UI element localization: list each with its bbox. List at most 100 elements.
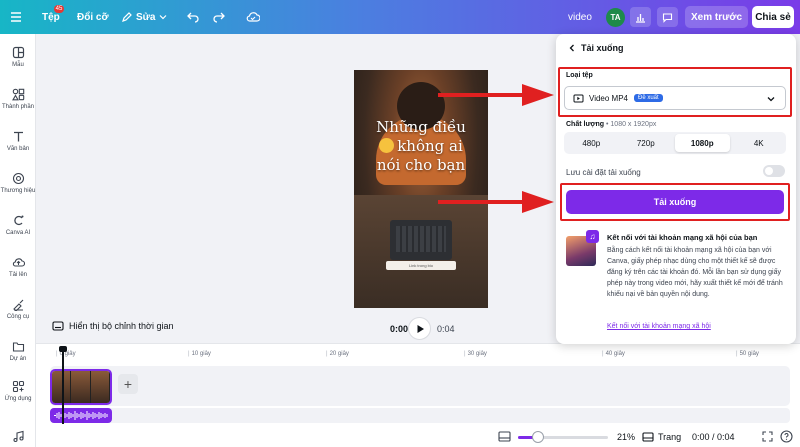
- chart-icon: [636, 13, 645, 23]
- timeline-toggle-icon[interactable]: [498, 431, 511, 442]
- resize-menu-label: Đổi cỡ: [77, 11, 109, 23]
- pages-icon: [642, 432, 654, 442]
- projects-icon: [12, 342, 24, 352]
- audio-track: [50, 408, 790, 423]
- download-panel-header[interactable]: Tải xuống: [568, 43, 624, 53]
- music-note-icon: ♫: [586, 230, 599, 243]
- zoom-slider-handle[interactable]: [532, 431, 544, 443]
- play-icon: [417, 324, 424, 333]
- document-title-text: video: [568, 11, 592, 23]
- zoom-level: 21%: [617, 432, 636, 442]
- sidebar-item-tools[interactable]: Công cụ: [0, 298, 36, 320]
- timeline-playhead[interactable]: [59, 346, 67, 424]
- menu-icon[interactable]: [10, 0, 22, 34]
- sidebar-item-label: Dự án: [9, 356, 27, 362]
- help-icon[interactable]: [780, 430, 793, 443]
- sidebar-item-elements[interactable]: Thành phần: [0, 88, 36, 110]
- show-timer-toggle[interactable]: Hiển thị bộ chỉnh thời gian: [52, 321, 173, 331]
- pages-button[interactable]: Trang: [642, 428, 681, 446]
- pencil-icon: [122, 11, 132, 22]
- sidebar-item-label: Thành phần: [1, 104, 35, 110]
- sidebar-item-label: Văn bản: [6, 146, 30, 152]
- audio-clip[interactable]: [50, 408, 112, 423]
- design-link-pill[interactable]: Link trong bio: [386, 261, 456, 270]
- download-panel-title: Tải xuống: [581, 43, 624, 53]
- edit-menu[interactable]: Sửa: [121, 0, 167, 34]
- undo-button[interactable]: [187, 0, 199, 34]
- timeline-tick: 0 giây: [56, 351, 76, 357]
- redo-button[interactable]: [213, 0, 225, 34]
- quality-option-720p[interactable]: 720p: [619, 132, 674, 154]
- video-icon: [573, 94, 584, 102]
- file-type-value: Video MP4: [589, 93, 628, 103]
- chevron-left-icon[interactable]: [568, 44, 576, 52]
- edit-menu-label: Sửa: [136, 11, 156, 23]
- elements-icon: [11, 88, 24, 101]
- sidebar-item-templates[interactable]: Mẫu: [0, 46, 36, 68]
- end-time: 0:04: [437, 324, 455, 334]
- headline-line-3: nói cho bạn: [376, 156, 466, 174]
- comment-icon: [662, 12, 673, 23]
- sidebar-item-label: Thương hiệu: [0, 188, 36, 194]
- file-menu-label: Tệp: [42, 11, 60, 23]
- playback-time: 0:00 / 0:04: [692, 432, 735, 442]
- sidebar-item-music[interactable]: [0, 430, 36, 443]
- download-panel: Tải xuống Loại tệp Video MP4 Đề xuất Chấ…: [556, 34, 796, 344]
- apps-icon: [12, 380, 24, 393]
- headline-line-2: không ai: [397, 137, 463, 155]
- timeline-tick: 30 giây: [464, 351, 487, 357]
- top-bar: Tệp 45 Đổi cỡ Sửa video TA Xem trước Chi…: [0, 0, 800, 34]
- brand-icon: [12, 172, 24, 185]
- annotation-arrow-file-type: [438, 84, 554, 106]
- sidebar-item-label: Canva AI: [5, 230, 31, 236]
- document-title[interactable]: video: [568, 0, 592, 34]
- sidebar-item-projects[interactable]: Dự án: [0, 340, 36, 362]
- analytics-button[interactable]: [630, 7, 651, 27]
- sidebar-item-uploads[interactable]: Tải lên: [0, 256, 36, 278]
- file-badge: 45: [54, 5, 64, 13]
- shush-emoji-icon: [379, 138, 395, 153]
- save-settings-toggle[interactable]: [763, 165, 785, 177]
- play-button[interactable]: [408, 317, 431, 340]
- social-connect-link[interactable]: Kết nối với tài khoản mạng xã hội: [607, 323, 711, 330]
- comment-button[interactable]: [657, 7, 678, 27]
- sidebar-item-label: Tải lên: [8, 272, 27, 278]
- avatar[interactable]: TA: [606, 8, 625, 27]
- quality-option-480p[interactable]: 480p: [564, 132, 619, 154]
- sidebar-item-canva-ai[interactable]: Canva AI: [0, 214, 36, 236]
- headline-line-1: Những điều: [376, 118, 466, 136]
- timeline-tick: 50 giây: [736, 351, 759, 357]
- quality-dimensions: 1080 x 1920px: [610, 121, 657, 128]
- save-settings-label: Lưu cài đặt tải xuống: [566, 168, 641, 177]
- sidebar-item-label: Mẫu: [12, 62, 24, 68]
- fullscreen-icon[interactable]: [762, 431, 773, 442]
- quality-option-4k[interactable]: 4K: [732, 132, 787, 154]
- quality-option-1080p[interactable]: 1080p: [675, 134, 730, 152]
- annotation-arrow-download: [438, 191, 554, 213]
- sidebar-item-brand[interactable]: Thương hiệu: [0, 172, 36, 194]
- add-clip-button[interactable]: +: [118, 374, 138, 394]
- cloud-icon: [246, 12, 260, 22]
- ai-icon: [13, 215, 23, 226]
- music-icon: [12, 430, 24, 443]
- download-button[interactable]: Tải xuống: [566, 190, 784, 214]
- quality-selector[interactable]: 480p 720p 1080p 4K: [564, 132, 786, 154]
- sidebar-item-apps[interactable]: Ứng dụng: [0, 380, 36, 402]
- share-button[interactable]: Chia sẻ: [752, 6, 794, 28]
- preview-button[interactable]: Xem trước: [685, 6, 748, 28]
- design-headline[interactable]: Những điều không ai nói cho bạn: [362, 118, 480, 175]
- quality-label: Chất lượng: [566, 121, 605, 128]
- file-type-select[interactable]: Video MP4 Đề xuất: [564, 86, 786, 110]
- quality-label-row: Chất lượng • 1080 x 1920px: [566, 121, 657, 128]
- show-timer-label: Hiển thị bộ chỉnh thời gian: [69, 321, 174, 331]
- recommended-badge: Đề xuất: [634, 94, 663, 102]
- tools-icon: [12, 299, 23, 311]
- sidebar-item-text[interactable]: Văn bản: [0, 130, 36, 152]
- sidebar: Mẫu Thành phần Văn bản Thương hiệu Canva…: [0, 34, 36, 447]
- resize-menu[interactable]: Đổi cỡ: [77, 0, 109, 34]
- video-clip[interactable]: [50, 369, 112, 405]
- cloud-save-button[interactable]: [246, 0, 260, 34]
- timeline-tick: 20 giây: [326, 351, 349, 357]
- timeline[interactable]: 0 giây 10 giây 20 giây 30 giây 40 giây 5…: [36, 343, 800, 447]
- sidebar-item-label: Ứng dụng: [4, 396, 32, 402]
